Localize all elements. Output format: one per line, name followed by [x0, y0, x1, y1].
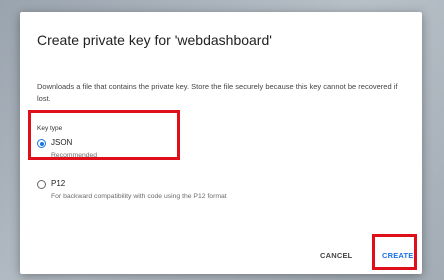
p12-option-sublabel: For backward compatibility with code usi…: [51, 193, 227, 200]
dialog-description: Downloads a file that contains the priva…: [37, 82, 398, 103]
p12-option-label: P12: [51, 179, 66, 188]
create-key-dialog: Create private key for 'webdashboard' Do…: [20, 12, 422, 274]
p12-radio[interactable]: [37, 180, 46, 189]
cancel-button[interactable]: CANCEL: [320, 251, 352, 260]
create-button[interactable]: CREATE: [382, 251, 413, 260]
key-type-highlight-box: [28, 110, 180, 160]
dialog-title: Create private key for 'webdashboard': [37, 32, 272, 48]
